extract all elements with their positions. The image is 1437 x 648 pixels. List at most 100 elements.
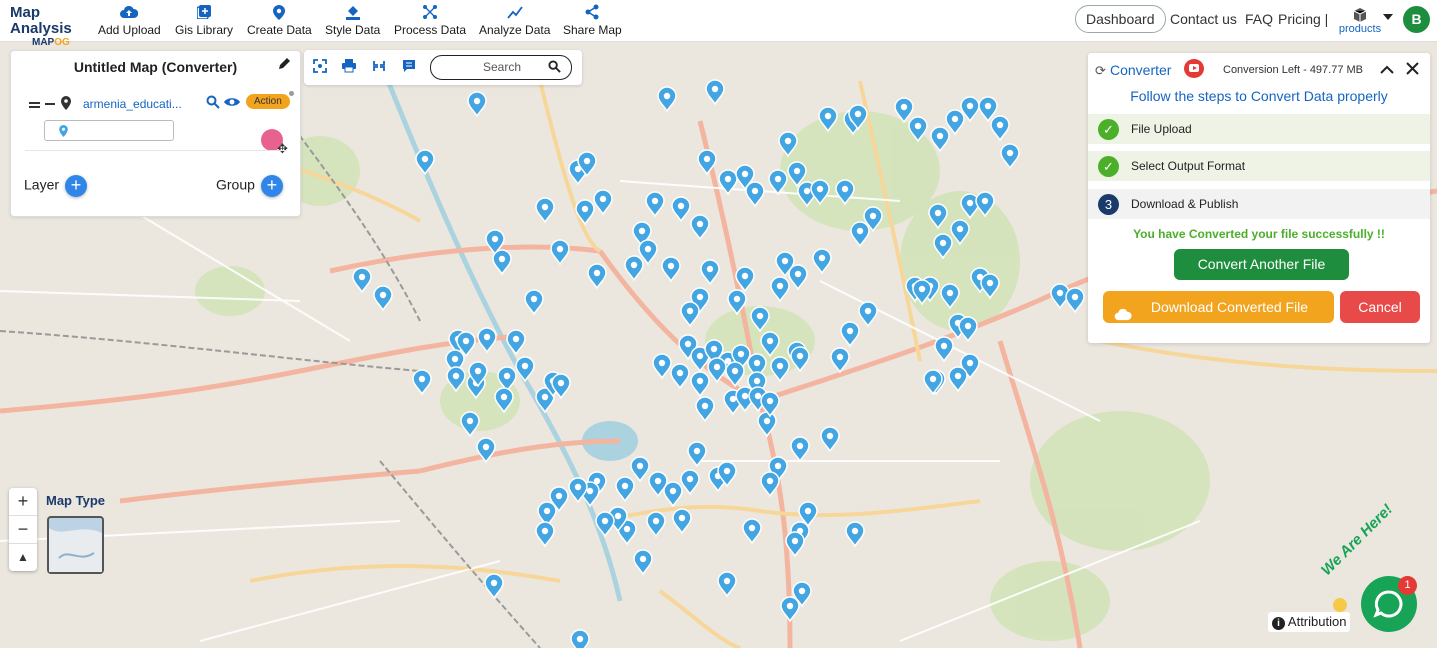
group-add-row: Group + (216, 175, 283, 197)
comment-icon[interactable] (401, 59, 417, 75)
add-group-button[interactable]: + (260, 175, 283, 197)
map-marker-dot (766, 477, 774, 485)
zoom-to-layer-icon[interactable] (206, 95, 220, 112)
nav-analyze-data[interactable]: Analyze Data (479, 4, 550, 37)
zoom-in-button[interactable]: + (9, 488, 37, 516)
visibility-eye-icon[interactable] (223, 95, 241, 112)
map-marker-dot (663, 92, 671, 100)
map-marker-dot (652, 517, 660, 525)
add-layer-button[interactable]: + (65, 175, 88, 197)
step-output-format: ✓ Select Output Format (1088, 151, 1430, 181)
search-icon[interactable] (548, 60, 561, 76)
nav-process-data[interactable]: Process Data (394, 4, 466, 37)
location-pin-icon (59, 124, 68, 142)
action-button[interactable]: Action (246, 94, 290, 109)
edit-pencil-icon[interactable] (277, 57, 293, 73)
map-marker-dot (956, 225, 964, 233)
paint-bucket-icon (344, 4, 362, 20)
dashboard-button[interactable]: Dashboard (1075, 5, 1166, 33)
faq-link[interactable]: FAQ (1245, 11, 1273, 27)
conversion-left: Conversion Left - 497.77 MB (1223, 64, 1364, 76)
youtube-icon[interactable] (1184, 59, 1204, 78)
map-marker-dot (900, 103, 908, 111)
layer-style-field[interactable] (44, 120, 174, 141)
map-marker-dot (696, 377, 704, 385)
map-marker-dot (623, 525, 631, 533)
nav-label: Analyze Data (479, 23, 551, 37)
map-marker-dot (966, 359, 974, 367)
map-marker-dot (798, 587, 806, 595)
nav-share-map[interactable]: Share Map (563, 4, 622, 37)
products-menu[interactable]: products (1337, 7, 1383, 35)
map-marker-dot (741, 170, 749, 178)
map-marker-dot (482, 443, 490, 451)
zoom-out-button[interactable]: − (9, 516, 37, 544)
map-marker-dot (451, 355, 459, 363)
map-marker-dot (636, 462, 644, 470)
map-marker-dot (914, 122, 922, 130)
group-label: Group (216, 176, 255, 193)
brand-line-2b: OG (54, 37, 70, 48)
convert-another-button[interactable]: Convert Another File (1174, 249, 1349, 280)
map-marker-dot (701, 402, 709, 410)
map-marker-dot (793, 167, 801, 175)
download-button[interactable]: Download Converted File (1103, 291, 1334, 323)
map-marker-dot (498, 255, 506, 263)
map-marker-dot (781, 257, 789, 265)
nav-create-data[interactable]: Create Data (247, 4, 312, 37)
map-toolbar: Search (304, 50, 582, 85)
measure-icon[interactable] (371, 59, 387, 75)
map-marker-dot (796, 352, 804, 360)
point-layer-icon (61, 96, 71, 113)
map-marker-dot (677, 202, 685, 210)
reset-north-button[interactable]: ▲ (9, 544, 37, 571)
collapse-chevron-icon[interactable] (1380, 62, 1394, 80)
success-message: You have Converted your file successfull… (1133, 227, 1385, 241)
close-icon[interactable] (1406, 62, 1419, 80)
map-type-thumbnail[interactable] (47, 516, 104, 574)
map-marker-dot (654, 477, 662, 485)
map-marker-dot (530, 295, 538, 303)
nav-style-data[interactable]: Style Data (325, 4, 380, 37)
map-marker-dot (794, 270, 802, 278)
refresh-icon: ⟳ (1095, 63, 1106, 78)
map-marker-dot (776, 282, 784, 290)
pricing-link[interactable]: Pricing | (1278, 11, 1328, 27)
river (377, 60, 623, 602)
nav-label: Add Upload (98, 23, 161, 37)
map-marker-dot (667, 262, 675, 270)
map-marker-dot (601, 517, 609, 525)
brand-logo[interactable]: Map Analysis MAPOG (10, 5, 90, 49)
location-pin-icon (270, 4, 288, 20)
print-icon[interactable] (341, 59, 357, 75)
caret-down-icon[interactable] (1383, 14, 1393, 20)
map-marker-dot (776, 362, 784, 370)
map-marker-dot (966, 102, 974, 110)
step-download-publish: 3 Download & Publish (1088, 189, 1430, 219)
map-marker-dot (421, 155, 429, 163)
user-avatar[interactable]: B (1403, 6, 1430, 33)
map-marker-dot (841, 185, 849, 193)
map-marker-dot (490, 579, 498, 587)
check-icon: ✓ (1098, 156, 1119, 177)
layer-name[interactable]: armenia_educati... (83, 97, 182, 111)
map-marker-dot (658, 359, 666, 367)
map-marker-dot (711, 85, 719, 93)
map-marker-dot (503, 372, 511, 380)
nav-add-upload[interactable]: Add Upload (98, 4, 161, 37)
collapse-dash-icon[interactable] (45, 103, 55, 105)
drag-handle-icon[interactable] (29, 102, 40, 108)
cancel-button[interactable]: Cancel (1340, 291, 1420, 323)
search-input[interactable]: Search (430, 55, 572, 80)
nav-gis-library[interactable]: Gis Library (175, 4, 233, 37)
map-marker-dot (521, 362, 529, 370)
step-file-upload: ✓ File Upload (1088, 114, 1430, 144)
contact-link[interactable]: Contact us (1170, 11, 1237, 27)
fullscreen-icon[interactable] (312, 59, 328, 75)
layer-panel: Untitled Map (Converter) armenia_educati… (10, 50, 301, 217)
panel-divider (25, 150, 287, 151)
map-marker-dot (491, 235, 499, 243)
attribution-button[interactable]: i Attribution (1268, 612, 1351, 632)
instruction-text: Follow the steps to Convert Data properl… (1130, 88, 1388, 104)
search-placeholder: Search (483, 60, 522, 74)
